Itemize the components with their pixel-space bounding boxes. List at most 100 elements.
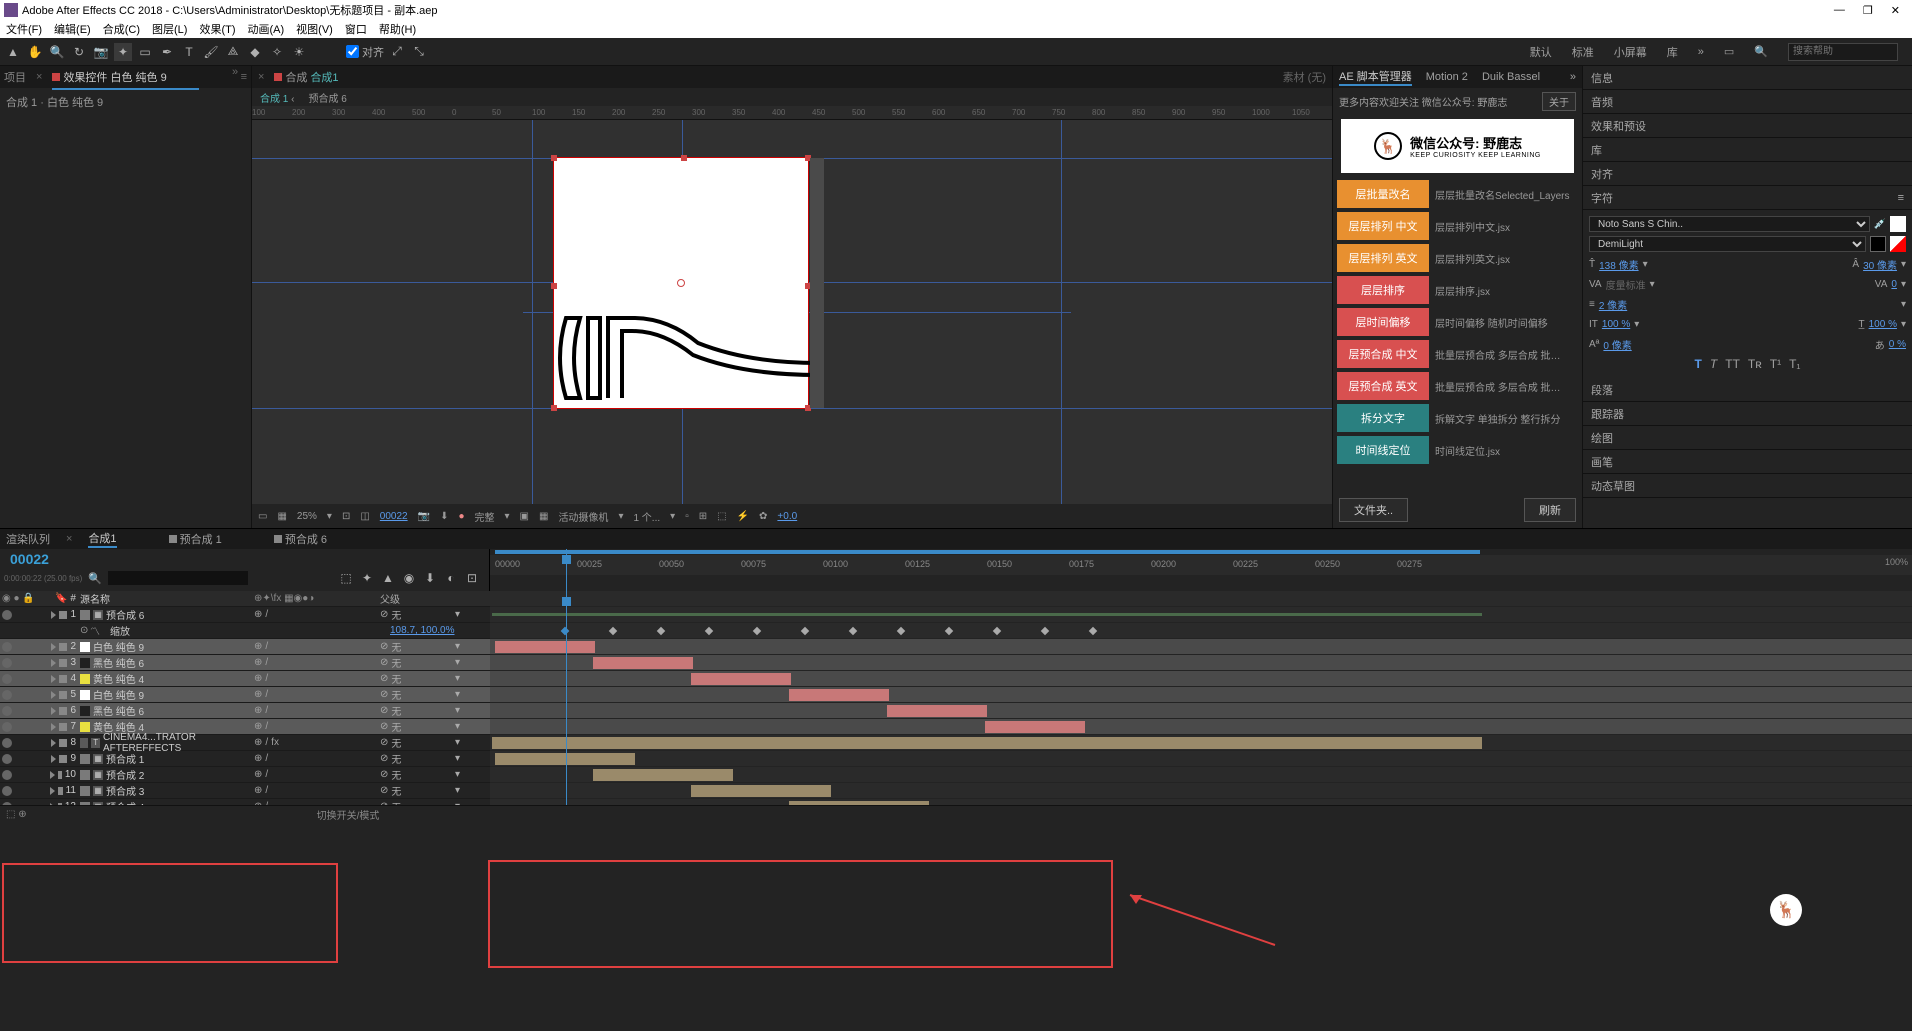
panel-dropdown-icon[interactable]: » [232,66,238,78]
tab-project[interactable]: 项目 [4,69,26,85]
current-time[interactable]: 00022 [380,511,408,522]
region-icon[interactable]: ▣ [520,511,529,522]
minimize-button[interactable]: — [1834,4,1845,17]
menu-item[interactable]: 窗口 [345,21,367,37]
layer-row[interactable]: 4黄色 纯色 4⊕/⊘无▾ [0,671,490,687]
layer-row[interactable]: 5白色 纯色 9⊕/⊘无▾ [0,687,490,703]
kerning[interactable]: 度量标准 [1606,277,1646,292]
workspace-more-icon[interactable]: » [1698,46,1704,58]
layer-row[interactable]: 3黑色 纯色 6⊕/⊘无▾ [0,655,490,671]
tl-opt5-icon[interactable]: ⬇ [421,569,439,587]
camera-tool-icon[interactable]: 📷 [92,43,110,61]
track-row[interactable] [490,719,1912,735]
track-row[interactable] [490,751,1912,767]
playhead-body[interactable] [566,591,567,805]
prop-section-10[interactable]: 动态草图 [1583,474,1912,498]
timeline-search-input[interactable] [108,571,248,585]
snap-option2-icon[interactable]: ⤡ [410,43,428,61]
layer-row[interactable]: 9▦预合成 1⊕/⊘无▾ [0,751,490,767]
playhead[interactable] [566,549,567,591]
track-row[interactable] [490,687,1912,703]
refresh-button[interactable]: 刷新 [1524,498,1576,522]
track-row[interactable] [490,607,1912,623]
channel-icon[interactable]: ⬇ [440,511,448,522]
font-size[interactable]: 138 像素 [1599,257,1638,272]
eyedropper-icon[interactable]: 💉 [1874,219,1886,230]
anchor-tool-icon[interactable]: ✦ [114,43,132,61]
exposure-value[interactable]: +0.0 [777,511,797,522]
layer-row[interactable]: 6黑色 纯色 6⊕/⊘无▾ [0,703,490,719]
breadcrumb-comp1[interactable]: 合成 1 ‹ [260,90,294,105]
frame-icon[interactable]: ⊡ [342,511,350,522]
prop-section-7[interactable]: 跟踪器 [1583,402,1912,426]
menu-item[interactable]: 文件(F) [6,21,42,37]
tracking[interactable]: 0 [1891,279,1897,290]
script-button[interactable]: 时间线定位 [1337,436,1429,464]
menu-item[interactable]: 编辑(E) [54,21,91,37]
prop-section-1[interactable]: 音频 [1583,90,1912,114]
zoom-tool-icon[interactable]: 🔍 [48,43,66,61]
color-icon[interactable]: ● [458,511,464,522]
view-icon[interactable]: ▦ [539,511,548,522]
snap-option-icon[interactable]: ⤢ [388,43,406,61]
workspace-default[interactable]: 默认 [1530,44,1552,60]
script-button[interactable]: 层预合成 英文 [1337,372,1429,400]
track-row[interactable] [490,655,1912,671]
stroke-swatch[interactable] [1870,236,1886,252]
tab-duik[interactable]: Duik Bassel [1482,71,1540,83]
tl-opt4-icon[interactable]: ◉ [400,569,418,587]
track-row[interactable] [490,703,1912,719]
tab-tl-precomp6[interactable]: 预合成 6 [274,531,327,547]
script-button[interactable]: 层层排序 [1337,276,1429,304]
res-icon[interactable]: ▭ [258,511,267,522]
tl-opt6-icon[interactable]: ◐ [442,569,460,587]
canvas-layer[interactable] [554,158,808,408]
tab-script-manager[interactable]: AE 脚本管理器 [1339,68,1412,86]
folder-button[interactable]: 文件夹.. [1339,498,1408,522]
script-button[interactable]: 层批量改名 [1337,180,1429,208]
tab-motion2[interactable]: Motion 2 [1426,71,1468,83]
stroke-width[interactable]: 2 像素 [1599,297,1627,312]
script-button[interactable]: 层层排列 中文 [1337,212,1429,240]
font-family-dropdown[interactable]: Noto Sans S Chin.. [1589,216,1870,232]
track-row[interactable] [490,783,1912,799]
tl-opt1-icon[interactable]: ⬚ [337,569,355,587]
tab-render-queue[interactable]: 渲染队列 [6,531,50,547]
about-button[interactable]: 关于 [1542,92,1576,111]
layer-row[interactable]: 8TCINEMA4...TRATOR AFTEREFFECTS⊕/fx⊘无▾ [0,735,490,751]
eraser-tool-icon[interactable]: ◆ [246,43,264,61]
timeline-current-time[interactable]: 00022 [0,549,489,569]
puppet-tool-icon[interactable]: ☀ [290,43,308,61]
prop-section-8[interactable]: 绘图 [1583,426,1912,450]
status-toggle-icon[interactable]: ⬚ ⊕ [6,809,27,820]
hand-tool-icon[interactable]: ✋ [26,43,44,61]
layer-row[interactable]: 10▦预合成 2⊕/⊘无▾ [0,767,490,783]
track-row[interactable] [490,671,1912,687]
prop-section-9[interactable]: 画笔 [1583,450,1912,474]
leading[interactable]: 30 像素 [1863,257,1897,272]
status-mode[interactable]: 切换开关/模式 [317,807,380,822]
opt1-icon[interactable]: ▫ [685,511,689,522]
track-row[interactable] [490,799,1912,805]
menu-item[interactable]: 合成(C) [103,21,140,37]
prop-section-5[interactable]: 字符≡ [1583,186,1912,210]
rotate-tool-icon[interactable]: ↻ [70,43,88,61]
sync-icon[interactable]: ▭ [1724,45,1734,58]
tab-tl-precomp1[interactable]: 预合成 1 [169,531,222,547]
workspace-small[interactable]: 小屏幕 [1614,44,1647,60]
prop-section-4[interactable]: 对齐 [1583,162,1912,186]
close-button[interactable]: ✕ [1891,4,1900,17]
tab-tl-comp1[interactable]: 合成1 [88,530,116,548]
layer-row[interactable]: 11▦预合成 3⊕/⊘无▾ [0,783,490,799]
track-row[interactable] [490,735,1912,751]
scripts-more-icon[interactable]: » [1570,71,1576,83]
swap-swatch[interactable] [1890,236,1906,252]
snapshot-icon[interactable]: 📷 [418,511,430,522]
script-button[interactable]: 层预合成 中文 [1337,340,1429,368]
script-button[interactable]: 拆分文字 [1337,404,1429,432]
breadcrumb-precomp6[interactable]: 预合成 6 [308,90,346,105]
tl-opt2-icon[interactable]: ✦ [358,569,376,587]
grid-icon[interactable]: ▦ [277,511,286,522]
opt4-icon[interactable]: ⚡ [737,511,749,522]
tab-effect-controls[interactable]: 效果控件 白色 纯色 9 [52,69,166,85]
